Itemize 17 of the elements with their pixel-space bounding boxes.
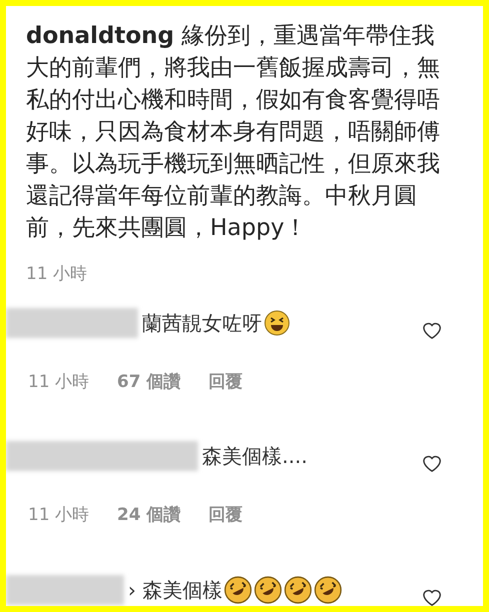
timestamp: 11 小時 [26,263,88,286]
timestamp: 11 小時 [28,370,90,394]
like-count[interactable]: 67 個讚 [117,370,181,395]
laughing-face-icon [284,576,312,604]
timestamp: 11 小時 [28,504,90,527]
heart-icon[interactable] [421,453,443,473]
comment-text: 森美個樣.... [202,443,308,470]
laughing-face-icon [224,576,252,604]
laughing-face-icon [264,310,290,336]
reply-button[interactable]: 回覆 [208,503,243,528]
comment-text: › 森美個樣 [128,576,222,604]
like-count[interactable]: 24 個讚 [117,503,181,528]
laughing-face-icon [314,576,342,604]
laughing-face-icon [254,576,282,604]
reply-button[interactable]: 回覆 [208,370,243,395]
comment-text: 蘭茜靚女咗呀 [142,310,262,336]
caption-text: donaldtong 緣份到，重遇當年帶住我大的前輩們，將我由一舊飯握成壽司，無私的付出心機和時間，假如有食客覺得唔好味，只因為食材本身有問題，唔關師傅事。以為玩手機玩到無晒記性，但原來我還記得當年每位前輩的教誨。中秋月圓前，先來共團圓，Happy！ [26,22,441,243]
